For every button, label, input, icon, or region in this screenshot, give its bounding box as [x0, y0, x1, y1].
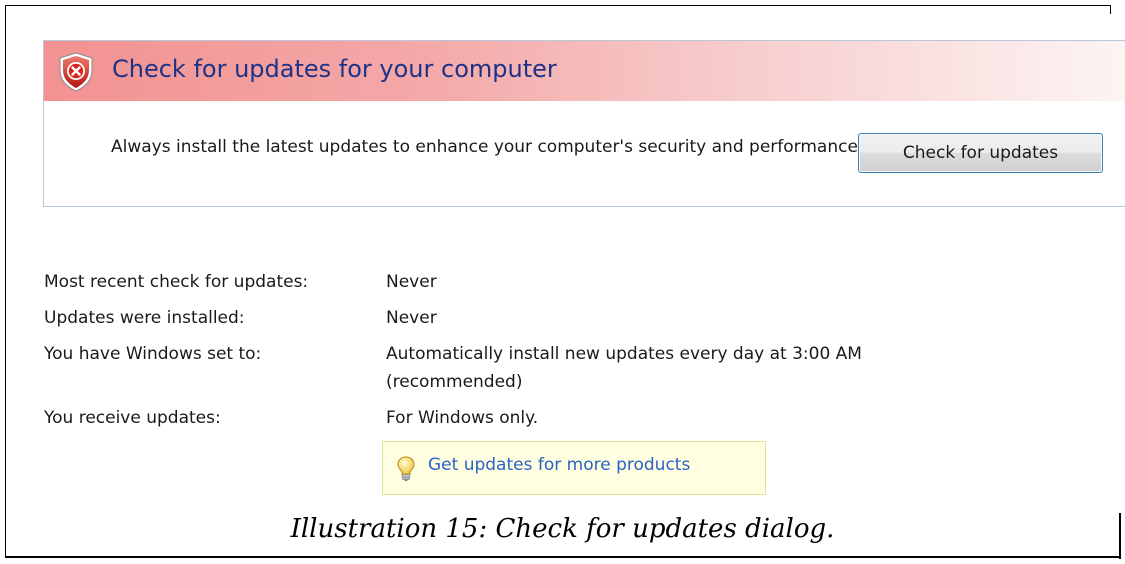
lightbulb-icon	[397, 456, 415, 481]
shield-error-icon	[59, 52, 93, 92]
info-value: Never	[386, 308, 437, 328]
info-label: Most recent check for updates:	[44, 272, 309, 292]
panel-header: Check for updates for your computer	[44, 41, 1125, 101]
frame-bottom-line	[5, 556, 1121, 558]
check-for-updates-button[interactable]: Check for updates	[858, 133, 1103, 173]
panel-description: Always install the latest updates to enh…	[111, 137, 864, 157]
get-more-products-link[interactable]: Get updates for more products	[428, 455, 690, 475]
info-value: Automatically install new updates every …	[386, 344, 862, 392]
info-value: Never	[386, 272, 437, 292]
frame-top-line	[5, 5, 1111, 6]
info-label: You receive updates:	[44, 408, 221, 428]
info-value: For Windows only.	[386, 408, 539, 428]
frame-left-line	[5, 5, 6, 556]
info-label: You have Windows set to:	[44, 344, 262, 364]
frame-corner-tick	[1110, 5, 1111, 14]
panel-title: Check for updates for your computer	[112, 55, 557, 83]
figure-caption: Illustration 15: Check for updates dialo…	[290, 514, 835, 544]
more-products-box: Get updates for more products	[382, 441, 766, 495]
info-label: Updates were installed:	[44, 308, 245, 328]
update-status-panel: Check for updates for your computer Alwa…	[43, 40, 1125, 207]
